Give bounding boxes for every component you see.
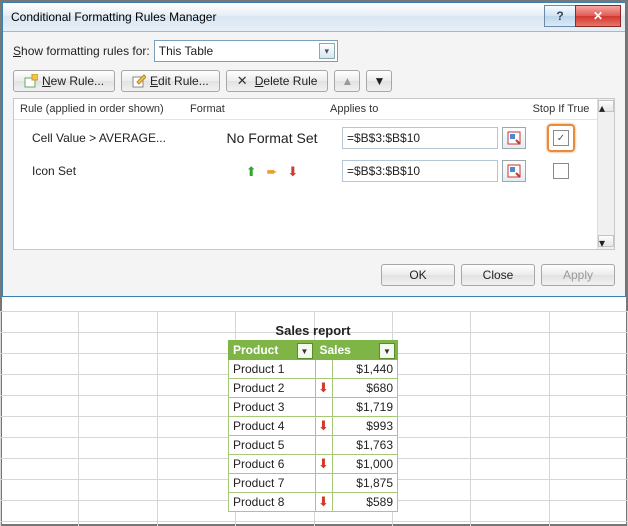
report-title: Sales report (228, 323, 398, 338)
new-rule-icon (24, 74, 38, 88)
dialog-title: Conditional Formatting Rules Manager (11, 10, 216, 24)
table-row[interactable]: Product 8⬇$589 (229, 493, 398, 512)
rules-panel: Rule (applied in order shown) Format App… (13, 98, 615, 250)
delete-icon: ✕ (237, 74, 251, 88)
cell-product[interactable]: Product 6 (229, 455, 316, 474)
cell-product[interactable]: Product 4 (229, 417, 316, 436)
arrow-up-icon: ⬆ (246, 165, 257, 178)
chevron-down-icon: ▾ (319, 43, 335, 59)
table-row[interactable]: Product 4⬇$993 (229, 417, 398, 436)
cell-icon: ⬇ (315, 379, 332, 398)
cell-sales[interactable]: $1,000 (332, 455, 398, 474)
table-row[interactable]: Product 2⬇$680 (229, 379, 398, 398)
range-picker-button[interactable] (502, 127, 526, 149)
apply-button[interactable]: Apply (541, 264, 615, 286)
scroll-down-icon: ▾ (598, 235, 614, 247)
cell-product[interactable]: Product 1 (229, 360, 316, 379)
cell-product[interactable]: Product 5 (229, 436, 316, 455)
stop-if-true-checkbox[interactable]: ✓ (553, 130, 569, 146)
header-product[interactable]: Product▼ (229, 341, 316, 360)
help-button[interactable]: ? (544, 5, 576, 27)
cell-product[interactable]: Product 7 (229, 474, 316, 493)
rules-manager-dialog: Conditional Formatting Rules Manager ? ✕… (2, 2, 626, 297)
close-button[interactable]: Close (461, 264, 535, 286)
show-for-select[interactable]: This Table ▾ (154, 40, 338, 62)
new-rule-button[interactable]: New Rule... (13, 70, 115, 92)
arrow-down-icon: ⬇ (318, 457, 329, 470)
scroll-up-icon: ▴ (598, 100, 614, 112)
cell-sales[interactable]: $1,875 (332, 474, 398, 493)
rule-name: Icon Set (20, 164, 202, 178)
worksheet[interactable]: document.write(Array.from({length:12},()… (0, 311, 628, 526)
cell-icon (315, 474, 332, 493)
table-row[interactable]: Product 3 $1,719 (229, 398, 398, 417)
cell-sales[interactable]: $1,763 (332, 436, 398, 455)
arrow-down-icon: ⬇ (318, 419, 329, 432)
down-icon: ▼ (374, 74, 386, 88)
move-up-button[interactable]: ▲ (334, 70, 360, 92)
up-icon: ▲ (342, 74, 354, 88)
stop-if-true-highlight: ✓ (547, 124, 575, 152)
cell-icon: ⬇ (315, 493, 332, 512)
show-for-value: This Table (159, 44, 213, 58)
table-row[interactable]: Product 7 $1,875 (229, 474, 398, 493)
filter-icon[interactable]: ▼ (379, 343, 395, 359)
close-window-button[interactable]: ✕ (575, 5, 621, 27)
applies-to-input[interactable]: =$B$3:$B$10 (342, 160, 498, 182)
filter-icon[interactable]: ▼ (297, 343, 313, 359)
rule-format: No Format Set (202, 130, 342, 146)
rule-row[interactable]: Icon Set ⬆ ➨ ⬇ =$B$3:$B$10 (14, 156, 614, 186)
col-format-header: Format (190, 103, 330, 115)
cell-product[interactable]: Product 3 (229, 398, 316, 417)
cell-sales[interactable]: $680 (332, 379, 398, 398)
table-row[interactable]: Product 5 $1,763 (229, 436, 398, 455)
cell-icon: ⬇ (315, 455, 332, 474)
scrollbar[interactable]: ▴ ▾ (597, 99, 614, 249)
report-table: Product▼ Sales▼ Product 1$1,440Product 2… (228, 340, 398, 512)
titlebar[interactable]: Conditional Formatting Rules Manager ? ✕ (3, 3, 625, 32)
ok-button[interactable]: OK (381, 264, 455, 286)
arrow-down-icon: ⬇ (287, 165, 298, 178)
rule-format: ⬆ ➨ ⬇ (202, 163, 342, 179)
move-down-button[interactable]: ▼ (366, 70, 392, 92)
cell-product[interactable]: Product 8 (229, 493, 316, 512)
edit-rule-button[interactable]: Edit Rule... (121, 70, 220, 92)
rule-row[interactable]: Cell Value > AVERAGE... No Format Set =$… (14, 120, 614, 156)
cell-sales[interactable]: $1,440 (332, 360, 398, 379)
cell-product[interactable]: Product 2 (229, 379, 316, 398)
arrow-right-icon: ➨ (267, 165, 278, 178)
col-applies-header: Applies to (330, 103, 526, 115)
cell-sales[interactable]: $993 (332, 417, 398, 436)
table-row[interactable]: Product 6⬇$1,000 (229, 455, 398, 474)
arrow-down-icon: ⬇ (318, 381, 329, 394)
rule-name: Cell Value > AVERAGE... (20, 131, 202, 145)
cell-icon (315, 398, 332, 417)
cell-sales[interactable]: $1,719 (332, 398, 398, 417)
stop-if-true-checkbox[interactable] (553, 163, 569, 179)
cell-sales[interactable]: $589 (332, 493, 398, 512)
col-stop-header: Stop If True (526, 103, 596, 115)
arrow-down-icon: ⬇ (318, 495, 329, 508)
edit-rule-icon (132, 74, 146, 88)
delete-rule-button[interactable]: ✕ Delete Rule (226, 70, 329, 92)
header-sales[interactable]: Sales▼ (315, 341, 398, 360)
cell-icon: ⬇ (315, 417, 332, 436)
cell-icon (315, 360, 332, 379)
cell-icon (315, 436, 332, 455)
col-rule-header: Rule (applied in order shown) (20, 103, 190, 115)
range-picker-button[interactable] (502, 160, 526, 182)
show-for-label: Show formatting rules for: (13, 44, 150, 58)
table-row[interactable]: Product 1 $1,440 (229, 360, 398, 379)
applies-to-input[interactable]: =$B$3:$B$10 (342, 127, 498, 149)
